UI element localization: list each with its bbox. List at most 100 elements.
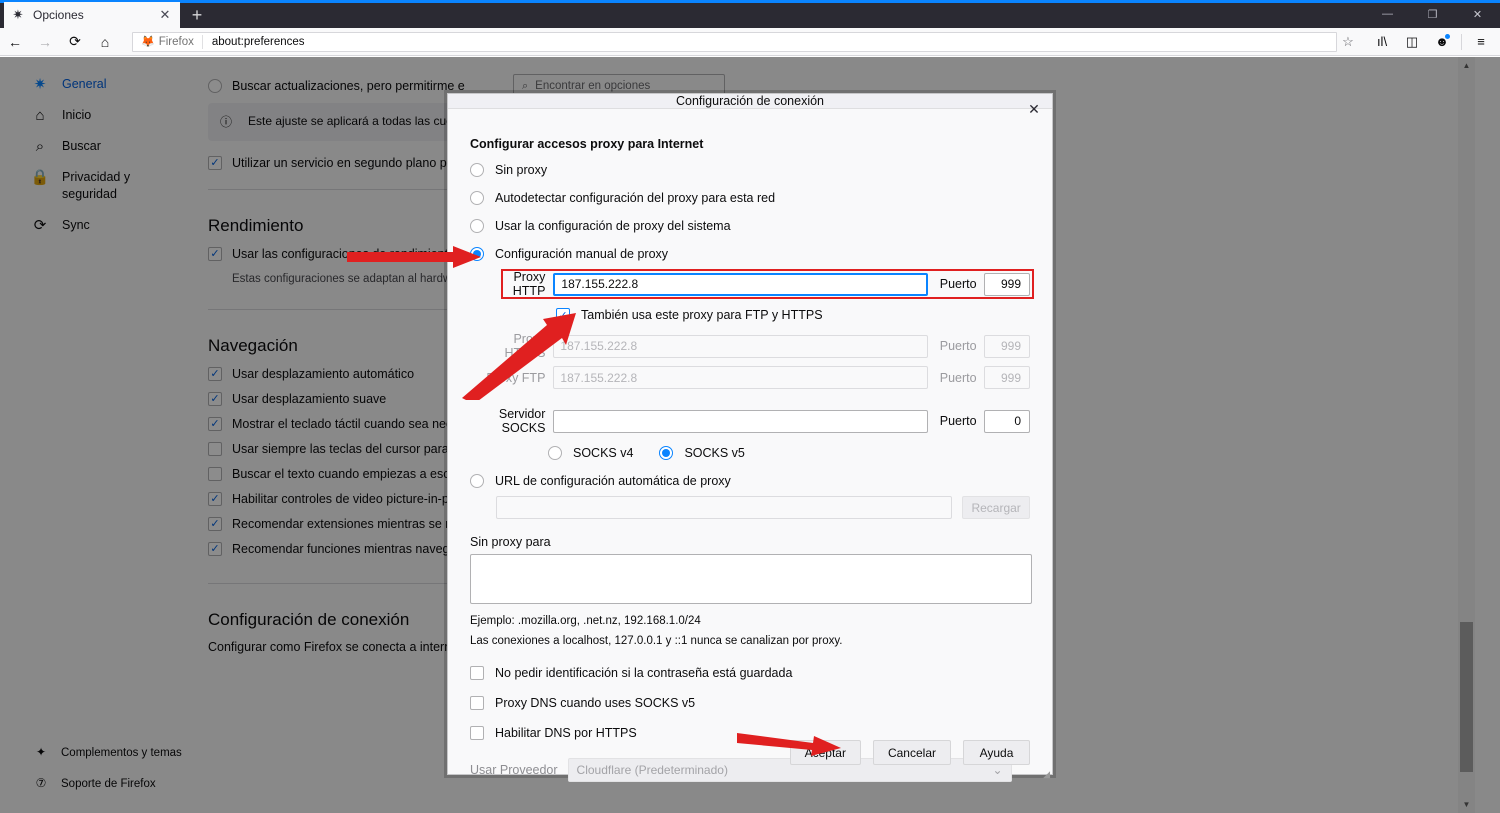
- proxy-mode-label: Usar la configuración de proxy del siste…: [495, 219, 731, 233]
- sidebar-icon[interactable]: ◫: [1397, 28, 1427, 56]
- proxy-mode-radio[interactable]: [470, 163, 484, 177]
- browsing-option-checkbox[interactable]: [208, 542, 222, 556]
- proxy-dns-label: Proxy DNS cuando uses SOCKS v5: [495, 696, 696, 710]
- tab-title: Opciones: [33, 8, 84, 22]
- ftp-proxy-input: 187.155.222.8: [553, 366, 928, 389]
- browsing-option-checkbox[interactable]: [208, 517, 222, 531]
- browsing-option-label: Mostrar el teclado táctil cuando sea nec…: [232, 417, 466, 431]
- socks-v5-option[interactable]: SOCKS v5: [659, 446, 745, 460]
- resize-grip-icon[interactable]: ◢: [1038, 768, 1050, 780]
- reload-button[interactable]: Recargar: [962, 496, 1030, 519]
- forward-icon[interactable]: →: [30, 28, 60, 56]
- doh-enable-checkbox[interactable]: [470, 726, 484, 740]
- browsing-option-label: Usar siempre las teclas del cursor para …: [232, 442, 473, 456]
- localhost-note: Las conexiones a localhost, 127.0.0.1 y …: [470, 635, 843, 647]
- background-service-checkbox[interactable]: [208, 156, 222, 170]
- share-proxy-checkbox[interactable]: [556, 308, 570, 322]
- title-bar: ✷ Opciones ✕ + — ❐ ✕: [0, 0, 1500, 28]
- socks-v5-label: SOCKS v5: [684, 446, 745, 460]
- maximize-button[interactable]: ❐: [1410, 0, 1455, 28]
- update-option-label: Buscar actualizaciones, pero permitirme …: [232, 79, 465, 93]
- reload-icon[interactable]: ⟳: [60, 28, 90, 56]
- proxy-mode-radio[interactable]: [470, 191, 484, 205]
- back-icon[interactable]: ←: [0, 28, 30, 56]
- sidebar-item-complementos-temas[interactable]: ✦ Complementos y temas: [0, 737, 200, 768]
- update-option-radio[interactable]: [208, 79, 222, 93]
- autoconfig-url-option[interactable]: URL de configuración automática de proxy: [470, 474, 1030, 488]
- proxy-dns-row[interactable]: Proxy DNS cuando uses SOCKS v5: [470, 696, 1030, 710]
- page-scrollbar[interactable]: ▲ ▼: [1458, 57, 1475, 813]
- socks-v4-radio[interactable]: [548, 446, 562, 460]
- browsing-option-checkbox[interactable]: [208, 492, 222, 506]
- sidebar-item-sync[interactable]: ⟳ Sync: [0, 210, 200, 241]
- browsing-option-label: Usar desplazamiento automático: [232, 367, 415, 381]
- socks-port-input[interactable]: 0: [983, 409, 1031, 433]
- http-proxy-port-input[interactable]: 999: [983, 272, 1030, 296]
- sidebar-item-general[interactable]: ✷ General: [0, 69, 200, 100]
- no-auth-prompt-row[interactable]: No pedir identificación si la contraseña…: [470, 666, 1030, 680]
- autoconfig-url-input[interactable]: [496, 496, 953, 519]
- sidebar-footer: ✦ Complementos y temas ⑦ Soporte de Fire…: [0, 737, 200, 799]
- https-proxy-input: 187.155.222.8: [553, 334, 928, 358]
- scroll-up-icon[interactable]: ▲: [1458, 57, 1475, 74]
- proxy-mode-system[interactable]: Usar la configuración de proxy del siste…: [470, 219, 1030, 233]
- account-badge-dot: [1445, 33, 1450, 39]
- provider-value: Cloudflare (Predeterminado): [576, 763, 728, 777]
- proxy-mode-no-proxy[interactable]: Sin proxy: [470, 163, 1030, 177]
- proxy-mode-radio[interactable]: [470, 219, 484, 233]
- window-controls: — ❐ ✕: [1365, 0, 1500, 28]
- ftp-proxy-row: Proxy FTP 187.155.222.8 Puerto 999: [486, 366, 1031, 389]
- firefox-icon: 🦊: [141, 36, 155, 48]
- proxy-mode-manual[interactable]: Configuración manual de proxy: [470, 247, 1030, 261]
- sidebar-item-privacidad-seguridad[interactable]: 🔒 Privacidad y seguridad: [0, 162, 200, 210]
- identity-box[interactable]: 🦊 Firefox: [137, 34, 203, 49]
- sidebar-item-buscar[interactable]: ⌕ Buscar: [0, 131, 200, 162]
- account-icon[interactable]: ☻: [1427, 28, 1457, 56]
- sidebar-item-label: Inicio: [62, 108, 92, 122]
- proxy-mode-label: Configuración manual de proxy: [495, 247, 669, 261]
- browsing-option-checkbox[interactable]: [208, 417, 222, 431]
- provider-label: Usar Proveedor: [470, 763, 558, 777]
- browsing-option-checkbox[interactable]: [208, 367, 222, 381]
- autoconfig-url-radio[interactable]: [470, 474, 484, 488]
- browsing-option-checkbox[interactable]: [208, 442, 222, 456]
- browsing-option-checkbox[interactable]: [208, 467, 222, 481]
- bookmark-star-icon[interactable]: ☆: [1337, 34, 1359, 50]
- proxy-mode-label: Autodetectar configuración del proxy par…: [495, 191, 776, 205]
- cancel-button[interactable]: Cancelar: [872, 740, 951, 765]
- no-auth-prompt-checkbox[interactable]: [470, 666, 484, 680]
- share-proxy-row[interactable]: También usa este proxy para FTP y HTTPS: [556, 308, 1030, 322]
- dialog-title: Configuración de conexión: [675, 94, 825, 108]
- library-icon[interactable]: ıl\: [1367, 28, 1397, 56]
- doh-enable-label: Habilitar DNS por HTTPS: [495, 726, 637, 740]
- new-tab-button[interactable]: +: [180, 2, 214, 28]
- info-icon: ⓘ: [220, 115, 233, 129]
- address-bar[interactable]: 🦊 Firefox about:preferences: [132, 31, 1337, 52]
- app-menu-icon[interactable]: ≡: [1466, 28, 1496, 56]
- accept-button[interactable]: Aceptar: [789, 740, 861, 765]
- proxy-mode-radio[interactable]: [470, 247, 484, 261]
- window-close-button[interactable]: ✕: [1455, 0, 1500, 28]
- http-proxy-input[interactable]: 187.155.222.8: [553, 272, 928, 296]
- no-proxy-textarea[interactable]: [470, 554, 1032, 604]
- scrollbar-thumb[interactable]: [1460, 622, 1473, 772]
- home-icon[interactable]: ⌂: [90, 28, 120, 56]
- socks-v5-radio[interactable]: [659, 446, 674, 460]
- performance-recommended-checkbox[interactable]: [208, 247, 222, 261]
- socks-server-input[interactable]: [553, 409, 928, 433]
- minimize-button[interactable]: —: [1365, 0, 1410, 28]
- gear-icon: ✷: [33, 76, 47, 93]
- doh-enable-row[interactable]: Habilitar DNS por HTTPS: [470, 726, 1030, 740]
- scroll-down-icon[interactable]: ▼: [1458, 796, 1475, 813]
- socks-v4-option[interactable]: SOCKS v4: [548, 446, 633, 460]
- proxy-mode-autodetect[interactable]: Autodetectar configuración del proxy par…: [470, 191, 1030, 205]
- browser-tab-opciones[interactable]: ✷ Opciones ✕: [4, 2, 180, 28]
- browsing-option-checkbox[interactable]: [208, 392, 222, 406]
- sidebar-item-soporte-firefox[interactable]: ⑦ Soporte de Firefox: [0, 768, 200, 799]
- proxy-dns-checkbox[interactable]: [470, 696, 484, 710]
- browsing-option-label: Usar desplazamiento suave: [232, 392, 387, 406]
- close-icon[interactable]: ✕: [156, 6, 174, 24]
- share-proxy-label: También usa este proxy para FTP y HTTPS: [581, 308, 823, 322]
- sidebar-item-inicio[interactable]: ⌂ Inicio: [0, 100, 200, 131]
- help-button[interactable]: Ayuda: [963, 740, 1030, 765]
